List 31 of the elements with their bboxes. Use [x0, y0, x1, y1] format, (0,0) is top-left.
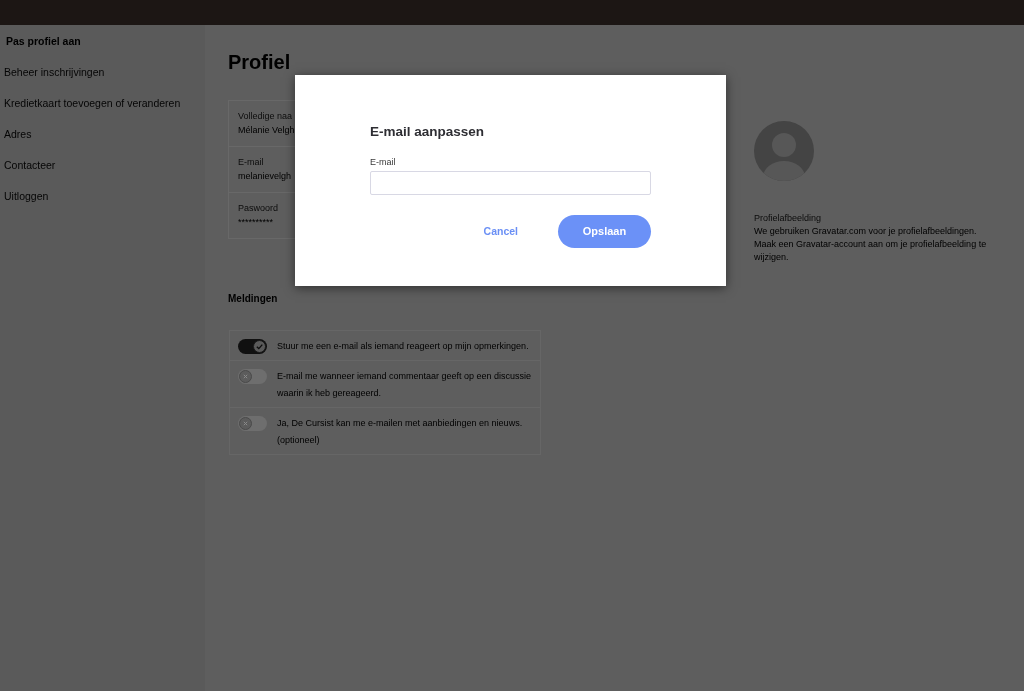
field-value: Mélanie Velgh [238, 124, 295, 137]
sidebar-link[interactable]: Beheer inschrijvingen [4, 64, 105, 81]
toggle-switch[interactable] [238, 416, 267, 431]
notification-label: Stuur me een e-mail als iemand reageert op mijn opmerkingen. [277, 340, 529, 353]
field-value: melanievelgh [238, 170, 292, 183]
sidebar-link[interactable]: Uitloggen [4, 188, 49, 205]
email-input[interactable] [370, 171, 651, 195]
cancel-link[interactable]: Cancel [481, 221, 520, 242]
field-label: E-mail [370, 157, 396, 167]
sidebar-link[interactable]: Kredietkaart toevoegen of veranderen [4, 95, 181, 112]
cross-icon [239, 370, 252, 383]
section-heading: Meldingen [228, 292, 278, 306]
toggle-switch[interactable] [238, 369, 267, 384]
field-label: E-mail [238, 156, 264, 169]
page-title: Profiel [228, 50, 291, 75]
avatar-silhouette-icon [754, 121, 814, 181]
notification-label: E-mail me wanneer iemand commentaar geeft op een discussie waarin ik heb gereageerd. [277, 370, 533, 400]
picture-label: Profielafbeelding [754, 212, 822, 225]
check-icon [253, 340, 266, 353]
field-label: Paswoord [238, 202, 279, 215]
dialog-title: E-mail aanpassen [370, 123, 485, 141]
field-value: ********** [238, 216, 274, 229]
notification-label: Ja, De Cursist kan me e-mailen met aanbiedingen en nieuws. (optioneel) [277, 417, 524, 447]
sidebar-link[interactable]: Pas profiel aan [6, 33, 81, 50]
save-button[interactable]: Opslaan [558, 215, 651, 248]
toggle-switch[interactable] [238, 339, 267, 354]
sidebar-link[interactable]: Adres [4, 126, 32, 143]
cross-icon [239, 417, 252, 430]
sidebar-link[interactable]: Contacteer [4, 157, 56, 174]
picture-description: We gebruiken Gravatar.com voor je profielafbeeldingen. Maak een Gravatar-account aan om je profielafbeelding te wijzigen. [754, 225, 988, 264]
field-label: Volledige naa [238, 110, 293, 123]
